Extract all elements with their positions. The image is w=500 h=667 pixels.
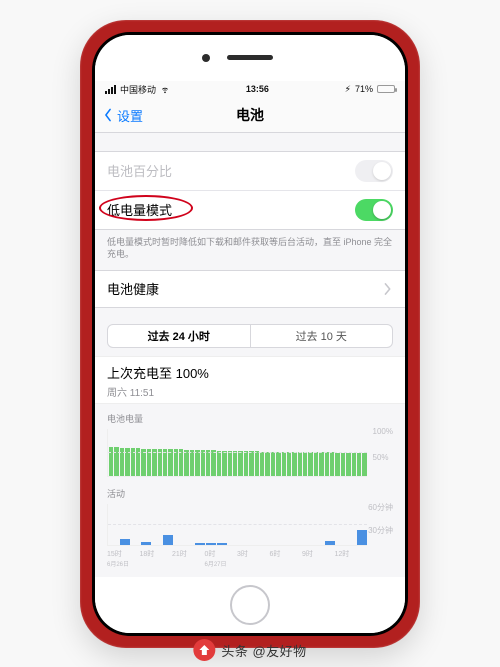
phone-chin <box>95 577 405 633</box>
battery-level-yaxis: 100% 50% <box>373 427 393 479</box>
toutiao-logo-icon <box>193 639 215 661</box>
battery-level-bars <box>107 429 367 477</box>
battery-icon <box>377 85 395 93</box>
signal-bars-icon <box>105 85 116 94</box>
low-power-mode-row: 低电量模式 <box>95 191 405 229</box>
wifi-icon <box>160 84 170 94</box>
last-charge-time: 周六 11:51 <box>107 384 393 399</box>
battery-level-chart-title: 电池电量 <box>107 412 393 425</box>
charging-icon: ⚡︎ <box>345 84 351 95</box>
chart-xaxis: 15时6月26日18时21时0时6月27日3时6时9时12时 <box>107 549 393 568</box>
watermark-text: 头条 @友好物 <box>221 641 306 660</box>
watermark: 头条 @友好物 <box>193 639 306 661</box>
battery-health-label: 电池健康 <box>107 279 159 298</box>
battery-percentage-label: 电池百分比 <box>107 161 172 180</box>
battery-level-chart: 电池电量 100% 50% <box>95 404 405 479</box>
tab-last-10d[interactable]: 过去 10 天 <box>250 325 393 347</box>
carrier-label: 中国移动 <box>120 83 156 96</box>
battery-health-row[interactable]: 电池健康 <box>95 271 405 307</box>
chevron-left-icon <box>101 108 115 122</box>
low-power-mode-description: 低电量模式时暂时降低如下载和邮件获取等后台活动，直至 iPhone 完全充电。 <box>95 230 405 262</box>
clock-label: 13:56 <box>246 84 269 94</box>
back-button[interactable]: 设置 <box>101 99 143 132</box>
activity-chart: 活动 60分钟 30分钟 15时6月26日18时21时0时6月27日3时6时9时… <box>95 479 405 570</box>
activity-chart-title: 活动 <box>107 487 393 500</box>
tab-last-24h[interactable]: 过去 24 小时 <box>108 325 250 347</box>
battery-percentage-row: 电池百分比 <box>95 152 405 191</box>
last-charge-headline: 上次充电至 100% <box>107 363 393 382</box>
time-range-segmented[interactable]: 过去 24 小时 过去 10 天 <box>107 324 393 348</box>
content-scroll[interactable]: 电池百分比 低电量模式 低电量模式时暂时降低如下载和邮件获取等后台活动，直至 i… <box>95 133 405 577</box>
page-title: 电池 <box>236 105 264 125</box>
last-charge-block: 上次充电至 100% 周六 11:51 <box>95 356 405 404</box>
activity-yaxis: 60分钟 30分钟 <box>368 502 393 548</box>
navigation-bar: 设置 电池 <box>95 99 405 133</box>
low-power-mode-label: 低电量模式 <box>107 200 172 219</box>
earpiece-speaker <box>227 55 273 60</box>
front-camera <box>202 54 210 62</box>
back-label: 设置 <box>117 106 143 125</box>
battery-percentage-toggle[interactable] <box>355 160 393 182</box>
battery-percent-label: 71% <box>355 84 373 94</box>
chevron-right-icon <box>383 283 393 295</box>
status-bar: 中国移动 13:56 ⚡︎ 71% <box>95 81 405 99</box>
phone-speaker-area <box>95 35 405 81</box>
low-power-mode-toggle[interactable] <box>355 199 393 221</box>
activity-bars <box>107 504 367 546</box>
home-button[interactable] <box>230 585 270 625</box>
